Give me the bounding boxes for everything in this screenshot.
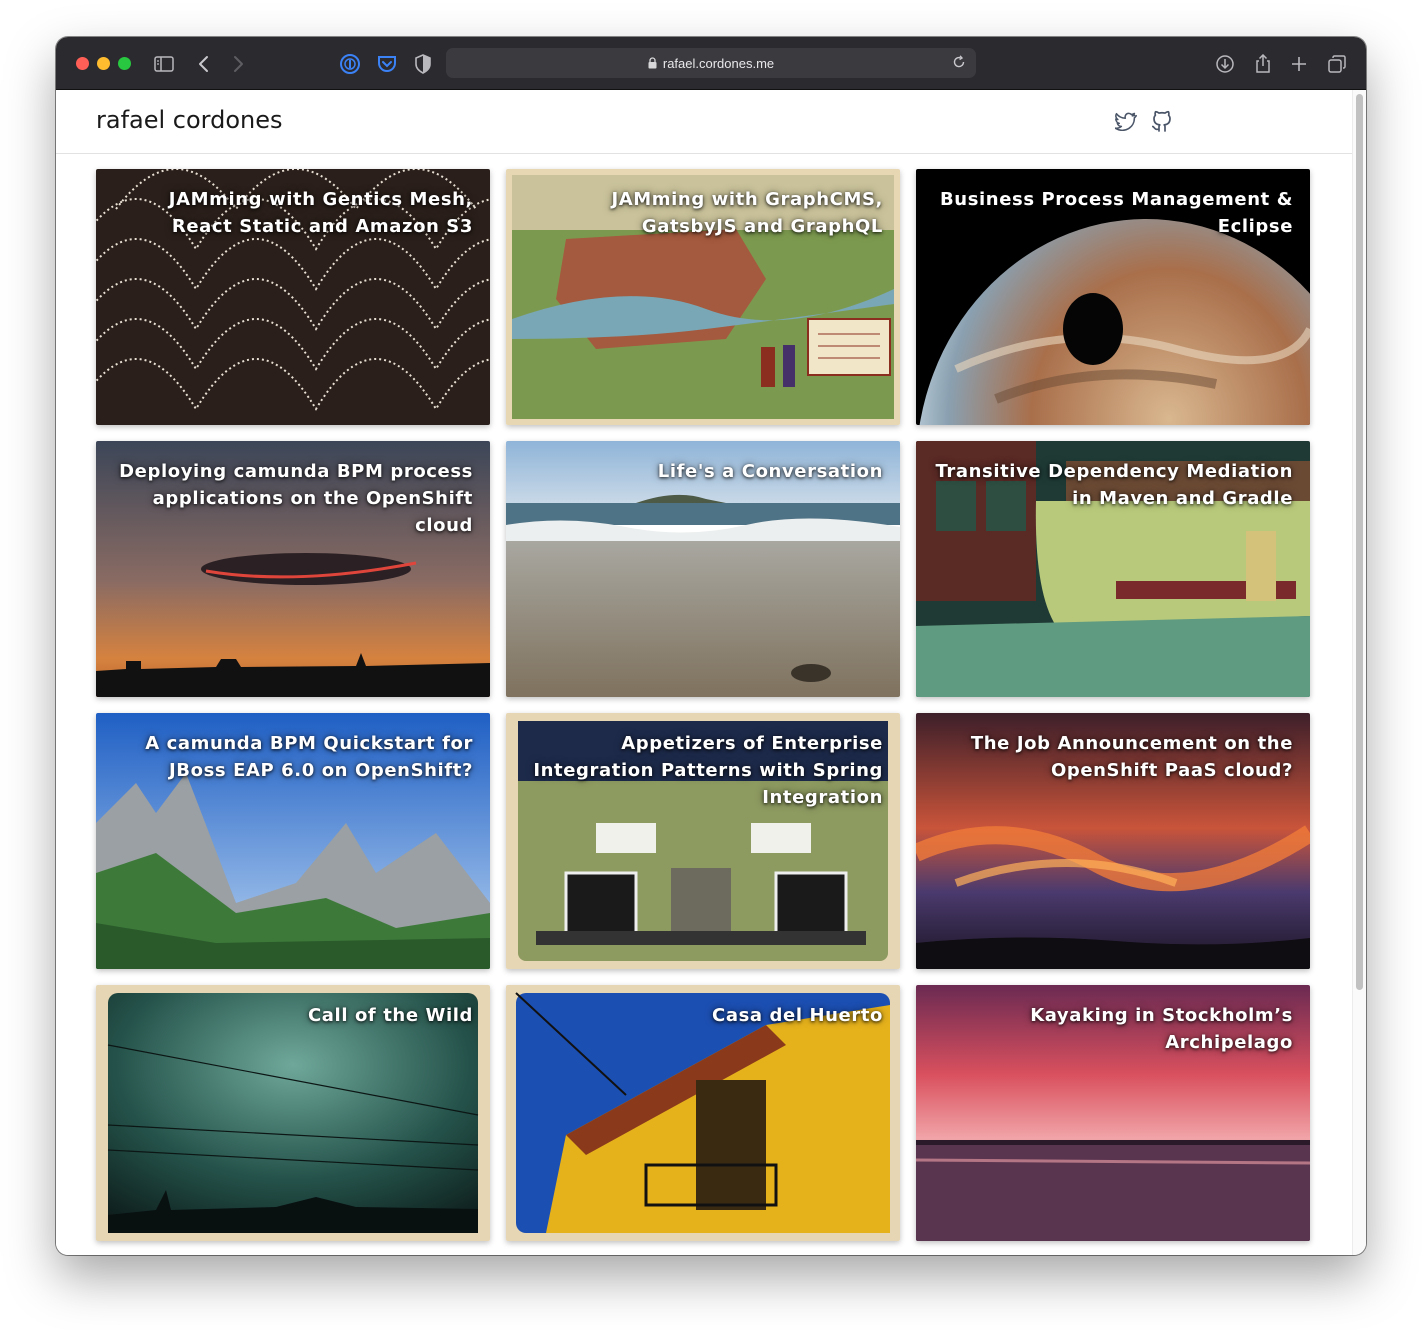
password-manager-icon[interactable] xyxy=(338,52,362,76)
post-title: Casa del Huerto xyxy=(712,1005,883,1026)
scrollbar-thumb[interactable] xyxy=(1356,94,1363,990)
post-card[interactable]: Transitive Dependency Mediation in Maven… xyxy=(916,441,1310,697)
site-header: rafael cordones xyxy=(56,90,1352,154)
post-card[interactable]: A camunda BPM Quickstart for JBoss EAP 6… xyxy=(96,713,490,969)
browser-toolbar: rafael.cordones.me xyxy=(56,37,1366,90)
downloads-icon[interactable] xyxy=(1213,52,1237,76)
post-card[interactable]: JAMming with GraphCMS, GatsbyJS and Grap… xyxy=(506,169,900,425)
post-title: Deploying camunda BPM process applicatio… xyxy=(119,461,473,536)
page-scrollbar[interactable] xyxy=(1352,90,1366,1255)
post-title: Business Process Management & Eclipse xyxy=(939,189,1293,237)
post-title: Transitive Dependency Mediation in Maven… xyxy=(935,461,1293,509)
post-title: Appetizers of Enterprise Integration Pat… xyxy=(533,733,883,808)
address-bar[interactable]: rafael.cordones.me xyxy=(446,48,976,78)
twitter-icon[interactable] xyxy=(1114,109,1138,133)
posts-grid: JAMming with Gentics Mesh, React Static … xyxy=(96,169,1310,1241)
post-title: Life's a Conversation xyxy=(657,461,883,482)
post-card[interactable]: Life's a Conversation xyxy=(506,441,900,697)
post-card[interactable]: Business Process Management & Eclipse xyxy=(916,169,1310,425)
privacy-shield-icon[interactable] xyxy=(411,52,435,76)
post-card[interactable]: JAMming with Gentics Mesh, React Static … xyxy=(96,169,490,425)
lock-icon xyxy=(648,57,657,69)
web-page: rafael cordones JAMming with Gentics Mes… xyxy=(56,90,1352,1255)
post-card[interactable]: Casa del Huerto xyxy=(506,985,900,1241)
post-card[interactable]: Deploying camunda BPM process applicatio… xyxy=(96,441,490,697)
pocket-icon[interactable] xyxy=(375,52,399,76)
post-title: A camunda BPM Quickstart for JBoss EAP 6… xyxy=(145,733,473,781)
browser-window: rafael.cordones.me rafael cordones JAMmi… xyxy=(56,37,1366,1255)
share-icon[interactable] xyxy=(1251,52,1275,76)
post-card[interactable]: Call of the Wild xyxy=(96,985,490,1241)
forward-icon[interactable] xyxy=(226,52,250,76)
site-title[interactable]: rafael cordones xyxy=(96,106,283,134)
post-card[interactable]: The Job Announcement on the OpenShift Pa… xyxy=(916,713,1310,969)
zoom-window-button[interactable] xyxy=(118,57,131,70)
post-card[interactable]: Appetizers of Enterprise Integration Pat… xyxy=(506,713,900,969)
window-controls xyxy=(76,57,131,70)
minimize-window-button[interactable] xyxy=(97,57,110,70)
post-card[interactable]: Kayaking in Stockholm’s Archipelago xyxy=(916,985,1310,1241)
close-window-button[interactable] xyxy=(76,57,89,70)
tab-overview-icon[interactable] xyxy=(1325,52,1349,76)
post-title: Call of the Wild xyxy=(308,1005,473,1026)
url-text: rafael.cordones.me xyxy=(662,55,775,71)
github-icon[interactable] xyxy=(1150,109,1174,133)
sidebar-toggle-icon[interactable] xyxy=(152,52,176,76)
post-title: JAMming with Gentics Mesh, React Static … xyxy=(168,189,473,237)
new-tab-icon[interactable] xyxy=(1287,52,1311,76)
post-title: The Job Announcement on the OpenShift Pa… xyxy=(970,733,1293,781)
back-icon[interactable] xyxy=(192,52,216,76)
reload-icon[interactable] xyxy=(952,55,966,69)
post-title: Kayaking in Stockholm’s Archipelago xyxy=(1030,1005,1293,1053)
post-title: JAMming with GraphCMS, GatsbyJS and Grap… xyxy=(611,189,883,237)
